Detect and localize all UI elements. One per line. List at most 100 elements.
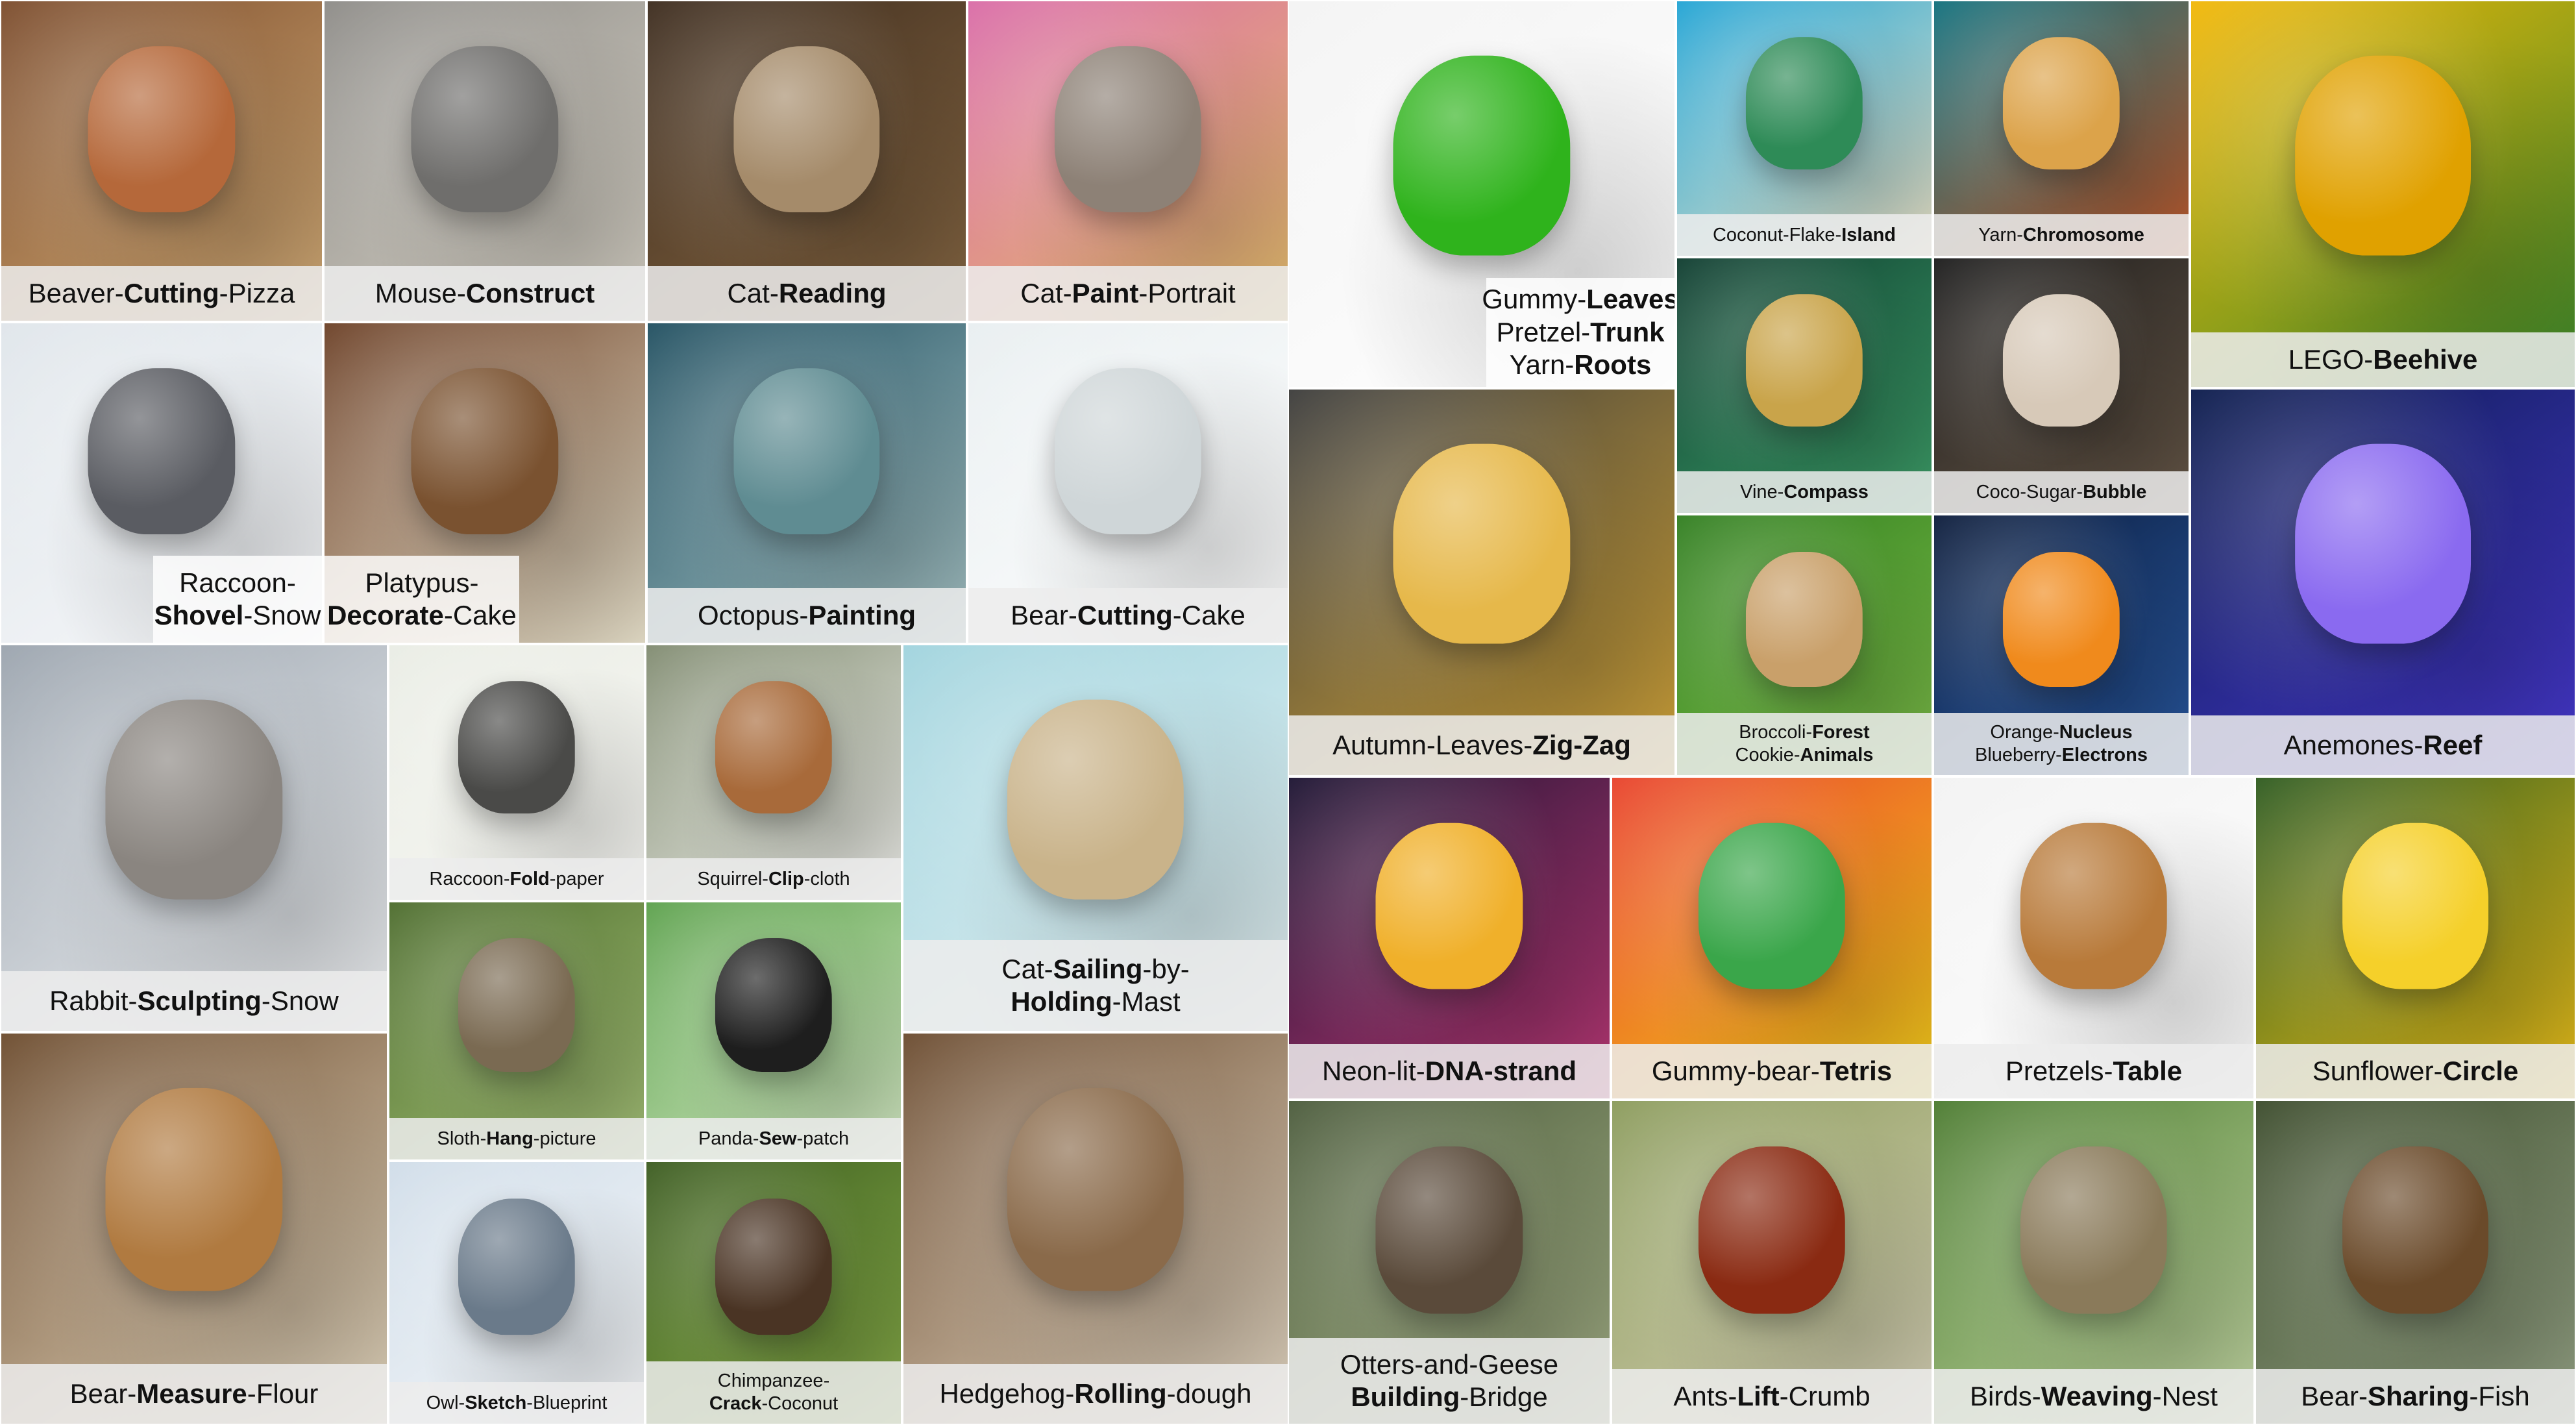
- caption-text: -Flour: [247, 1378, 319, 1409]
- caption-line: Raccoon-Fold-paper: [429, 868, 604, 891]
- caption-action: Clip: [768, 868, 804, 889]
- caption-text: Octopus-: [697, 599, 809, 630]
- tile-caption: Cat-Sailing-by- Holding-Mast: [903, 940, 1288, 1031]
- tile-image: [2002, 36, 2120, 169]
- caption-text: Owl-: [426, 1392, 465, 1413]
- tile-anemones: Anemones-Reef: [2191, 390, 2575, 775]
- tile-sunflower: Sunflower-Circle: [2256, 778, 2575, 1098]
- caption-action: Building: [1351, 1382, 1460, 1412]
- tile-caption: Gummy-Leaves Pretzel-Trunk Yarn-Roots: [1482, 278, 1674, 387]
- tile-image: [105, 1088, 283, 1291]
- caption-line: Cat-Reading: [727, 277, 886, 310]
- caption-line: Gummy-bear-Tetris: [1652, 1055, 1892, 1087]
- caption-text: -Cake: [443, 600, 517, 630]
- tile-lego: LEGO-Beehive: [2191, 1, 2575, 387]
- tile-image: [458, 1198, 576, 1335]
- tile-caption: Beaver-Cutting-Pizza: [1, 266, 322, 321]
- tile-image: [1393, 443, 1571, 645]
- caption-line: Raccoon-: [179, 567, 296, 599]
- tile-caption: Bear-Measure-Flour: [1, 1364, 387, 1424]
- caption-action: Beehive: [2373, 343, 2478, 375]
- caption-action: Electrons: [2061, 745, 2148, 765]
- caption-text: Gummy-bear-: [1651, 1055, 1820, 1086]
- caption-line: Bear-Measure-Flour: [70, 1378, 319, 1410]
- caption-text: Pretzels-: [2005, 1055, 2113, 1086]
- caption-text: Coconut-Flake-: [1712, 224, 1842, 245]
- caption-text: Broccoli-: [1739, 722, 1813, 743]
- caption-line: Chimpanzee-: [718, 1370, 829, 1393]
- caption-text: -Blueprint: [526, 1392, 607, 1413]
- tile-image: [1375, 823, 1523, 990]
- tile-caption: Platypus- Decorate-Cake: [325, 556, 519, 643]
- tile-image: [1054, 45, 1202, 212]
- tile-image: [411, 367, 559, 534]
- caption-text: Raccoon-: [179, 567, 296, 598]
- tile-caption: Mouse-Construct: [325, 266, 645, 321]
- tile-image: [1745, 36, 1863, 169]
- caption-line: Vine-Compass: [1740, 481, 1869, 504]
- caption-text: -by-: [1142, 953, 1190, 984]
- caption-text: LEGO-: [2288, 343, 2374, 375]
- caption-text: -Bridge: [1460, 1382, 1548, 1412]
- tile-otters: Otters-and-Geese Building-Bridge: [1289, 1101, 1610, 1424]
- tile-broccoli: Broccoli-Forest Cookie-Animals: [1677, 515, 1932, 775]
- caption-line: Cat-Paint-Portrait: [1020, 277, 1235, 310]
- tile-raccoon-fold: Raccoon-Fold-paper: [389, 645, 644, 900]
- caption-line: Decorate-Cake: [327, 599, 517, 632]
- caption-text: Coco-Sugar-: [1976, 481, 2083, 502]
- caption-text: Beaver-: [28, 277, 124, 308]
- tile-caption: Panda-Sew-patch: [646, 1118, 901, 1159]
- tile-caption: Coconut-Flake-Island: [1677, 214, 1932, 256]
- tile-coconut: Coconut-Flake-Island: [1677, 1, 1932, 256]
- caption-line: Cookie-Animals: [1736, 744, 1874, 767]
- caption-line: Holding-Mast: [1011, 985, 1180, 1018]
- caption-line: Squirrel-Clip-cloth: [697, 868, 850, 891]
- tile-octopus: Octopus-Painting: [648, 323, 966, 643]
- caption-text: Cat-: [727, 277, 779, 308]
- tile-gummy-tetris: Gummy-bear-Tetris: [1612, 778, 1932, 1098]
- caption-action: Chromosome: [2022, 224, 2144, 245]
- caption-text: -Snow: [261, 985, 339, 1016]
- caption-text: Sloth-: [437, 1128, 487, 1149]
- caption-text: Platypus-: [365, 567, 479, 598]
- caption-action: Circle: [2442, 1055, 2519, 1086]
- caption-line: Coconut-Flake-Island: [1713, 224, 1896, 247]
- tile-caption: Cat-Paint-Portrait: [968, 266, 1288, 321]
- tile-image: [1698, 1146, 1846, 1315]
- caption-text: Sunflower-: [2312, 1055, 2443, 1086]
- tile-caption: Otters-and-Geese Building-Bridge: [1289, 1338, 1610, 1424]
- caption-line: Bear-Cutting-Cake: [1011, 599, 1245, 632]
- caption-action: Leaves: [1586, 284, 1674, 315]
- tile-image: [2020, 823, 2168, 990]
- caption-text: Gummy-: [1482, 284, 1587, 315]
- caption-line: Otters-and-Geese: [1340, 1348, 1558, 1381]
- tile-caption: Vine-Compass: [1677, 471, 1932, 513]
- caption-text: Otters-and-Geese: [1340, 1348, 1559, 1380]
- tile-caption: Sunflower-Circle: [2256, 1044, 2575, 1098]
- caption-text: Panda-: [698, 1128, 759, 1149]
- caption-action: Zig-Zag: [1532, 729, 1631, 760]
- caption-text: -paper: [549, 868, 604, 889]
- tile-caption: Owl-Sketch-Blueprint: [389, 1382, 644, 1424]
- caption-line: Mouse-Construct: [375, 277, 595, 310]
- caption-action: Cutting: [1077, 599, 1173, 630]
- caption-text: -patch: [796, 1128, 850, 1149]
- caption-text: Squirrel-: [697, 868, 768, 889]
- tile-image: [88, 367, 236, 534]
- caption-line: Building-Bridge: [1351, 1381, 1547, 1413]
- caption-text: Anemones-: [2283, 729, 2423, 760]
- caption-line: Owl-Sketch-Blueprint: [426, 1392, 607, 1415]
- tile-image: [105, 699, 283, 900]
- tile-sloth: Sloth-Hang-picture: [389, 902, 644, 1159]
- caption-line: Orange-Nucleus: [1990, 721, 2132, 744]
- tile-image: [1007, 699, 1184, 900]
- caption-text: Yarn-: [1978, 224, 2023, 245]
- tile-caption: Yarn-Chromosome: [1934, 214, 2189, 256]
- tile-caption: Bear-Sharing-Fish: [2256, 1369, 2575, 1424]
- tile-rabbit: Rabbit-Sculpting-Snow: [1, 645, 387, 1031]
- tile-orange: Orange-Nucleus Blueberry-Electrons: [1934, 515, 2189, 775]
- caption-text: -cloth: [803, 868, 850, 889]
- tile-image: [715, 1198, 833, 1335]
- caption-line: LEGO-Beehive: [2288, 343, 2478, 376]
- tile-image: [2020, 1146, 2168, 1315]
